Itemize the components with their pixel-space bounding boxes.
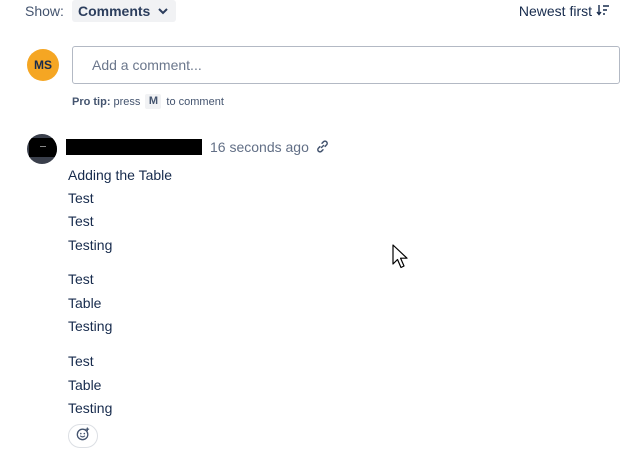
sort-order-button[interactable]: Newest first: [519, 3, 610, 19]
show-label: Show:: [25, 3, 64, 19]
sort-label: Newest first: [518, 3, 592, 19]
activity-filter-dropdown[interactable]: Comments: [72, 0, 177, 22]
comment-timestamp[interactable]: 16 seconds ago: [210, 139, 309, 155]
comment-line: Test: [68, 213, 94, 229]
protip-key: M: [145, 94, 162, 109]
comment-line: Table: [68, 295, 102, 311]
protip-suffix: to comment: [166, 95, 224, 108]
comment-line: Testing: [68, 237, 113, 253]
comment-line: Testing: [68, 400, 113, 416]
link-icon[interactable]: [315, 139, 330, 159]
comment-line: Test: [68, 190, 94, 206]
comment-line: Testing: [68, 318, 113, 334]
redaction-box: [29, 138, 57, 157]
comment-author-avatar[interactable]: [27, 134, 57, 164]
comment-line: Adding the Table: [68, 167, 173, 183]
comment-line: Table: [68, 377, 102, 393]
add-reaction-button[interactable]: [68, 424, 98, 448]
add-comment-input[interactable]: [72, 46, 620, 84]
sort-descending-icon: [596, 3, 610, 19]
protip-label: Pro tip:: [72, 95, 111, 108]
mouse-pointer-icon: [392, 244, 410, 275]
comment-author-name-redacted: [66, 139, 202, 155]
filter-value: Comments: [78, 3, 151, 19]
emoji-add-icon: [76, 426, 90, 446]
pro-tip: Pro tip: press M to comment: [72, 94, 224, 109]
comment-line: Test: [68, 271, 94, 287]
protip-press: press: [113, 95, 141, 108]
comment-line: Test: [68, 353, 94, 369]
chevron-down-icon: [158, 7, 169, 15]
comments-toolbar: Show: Comments Newest first: [0, 0, 640, 24]
current-user-avatar: MS: [27, 49, 59, 81]
